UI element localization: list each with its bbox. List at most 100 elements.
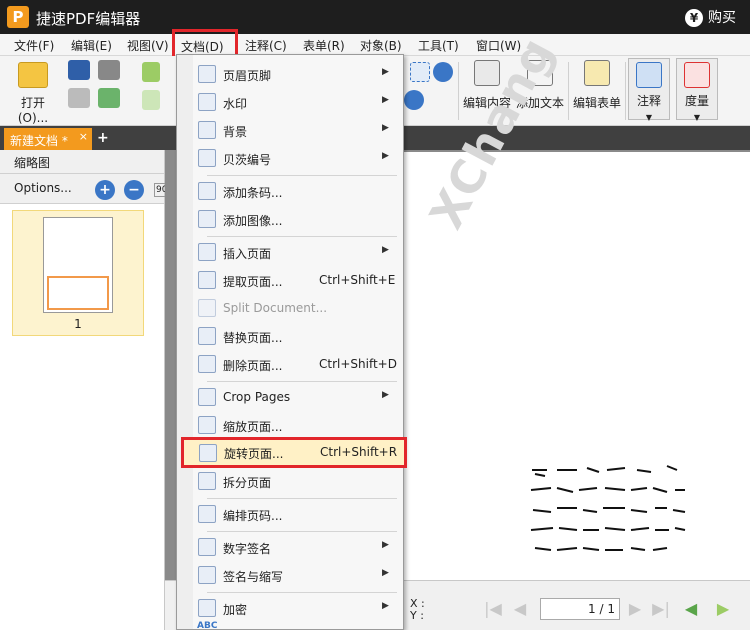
insert-page-icon bbox=[198, 243, 216, 261]
zoom-out-icon[interactable] bbox=[433, 62, 453, 82]
print-icon[interactable] bbox=[68, 88, 90, 108]
menu-file[interactable]: 文件(F) bbox=[14, 37, 54, 54]
menu-item-label: Split Document... bbox=[223, 301, 328, 315]
menu-item-label: 拆分页面 bbox=[223, 476, 272, 490]
app-logo-icon: P bbox=[7, 6, 29, 28]
zoom-in-icon[interactable] bbox=[404, 90, 424, 110]
menu-view[interactable]: 视图(V) bbox=[127, 37, 169, 54]
menu-object[interactable]: 对象(B) bbox=[360, 37, 402, 54]
menu-item-label: 提取页面... bbox=[223, 275, 283, 289]
panel-toolbar: Options... + − 90° bbox=[0, 174, 174, 204]
image-icon bbox=[198, 210, 216, 228]
page-thumbnail[interactable]: 1 bbox=[12, 210, 144, 336]
menu-item-split-page[interactable]: 拆分页面 bbox=[177, 467, 403, 495]
first-page-icon[interactable]: |◀ bbox=[483, 600, 503, 618]
annotate-label: 注释 bbox=[636, 94, 661, 108]
measure-button[interactable]: 度量 ▼ bbox=[676, 58, 718, 122]
submenu-arrow-icon: ▶ bbox=[382, 540, 389, 550]
document-dropdown-menu: 页眉页脚 ▶ 水印 ▶ 背景 ▶ 贝茨编号 ▶ 添加条码... 添加图像... … bbox=[176, 54, 404, 630]
last-page-icon[interactable]: ▶| bbox=[651, 600, 671, 618]
thumbnail-panel: 缩略图 Options... + − 90° 1 bbox=[0, 150, 174, 630]
submenu-arrow-icon: ▶ bbox=[382, 568, 389, 578]
options-button[interactable]: Options... bbox=[14, 181, 72, 195]
menu-item-sign-initials[interactable]: 签名与缩写 ▶ bbox=[177, 561, 403, 589]
title-bar: P 捷速PDF编辑器 ¥ 购买 bbox=[0, 0, 750, 34]
submenu-arrow-icon: ▶ bbox=[382, 390, 389, 400]
select-area-icon[interactable] bbox=[410, 62, 430, 82]
menu-edit[interactable]: 编辑(E) bbox=[71, 37, 112, 54]
menu-item-delete-page[interactable]: 删除页面... Ctrl+Shift+D bbox=[177, 350, 403, 378]
add-tab-icon[interactable]: + bbox=[97, 131, 111, 145]
zoom-in-icon[interactable]: + bbox=[95, 180, 115, 200]
menu-separator bbox=[207, 236, 397, 237]
edit-form-icon bbox=[584, 60, 610, 86]
menu-item-add-barcode[interactable]: 添加条码... bbox=[177, 177, 403, 205]
menu-separator bbox=[207, 531, 397, 532]
split-page-icon bbox=[198, 472, 216, 490]
history-back-icon[interactable]: ◀ bbox=[681, 600, 701, 618]
history-forward-icon[interactable]: ▶ bbox=[713, 600, 733, 618]
edit-form-label: 编辑表单 bbox=[572, 96, 621, 110]
menu-item-insert-page[interactable]: 插入页面 ▶ bbox=[177, 238, 403, 266]
zoom-out-icon[interactable]: − bbox=[124, 180, 144, 200]
edit-form-button[interactable]: 编辑表单 bbox=[570, 60, 624, 111]
menu-item-label: 编排页码... bbox=[223, 509, 283, 523]
open-button[interactable]: 打开(O)... bbox=[6, 62, 60, 125]
menu-item-split-document[interactable]: Split Document... bbox=[177, 294, 403, 322]
sign-initials-icon bbox=[198, 566, 216, 584]
menu-item-label: 添加图像... bbox=[223, 214, 283, 228]
y-label: Y : bbox=[410, 609, 424, 622]
menu-separator bbox=[207, 175, 397, 176]
menu-item-encrypt[interactable]: 加密 ▶ bbox=[177, 594, 403, 622]
thumbnail-selection-box bbox=[47, 276, 109, 310]
folder-icon bbox=[18, 62, 48, 88]
menu-form[interactable]: 表单(R) bbox=[303, 37, 345, 54]
menu-item-label: 添加条码... bbox=[223, 186, 283, 200]
menu-item-add-image[interactable]: 添加图像... bbox=[177, 205, 403, 233]
menu-comment[interactable]: 注释(C) bbox=[245, 37, 287, 54]
menu-item-page-numbering[interactable]: 编排页码... bbox=[177, 500, 403, 528]
menu-item-label: 旋转页面... bbox=[224, 447, 284, 461]
annotate-button[interactable]: 注释 ▼ bbox=[628, 58, 670, 122]
menu-item-rotate-page[interactable]: 旋转页面... Ctrl+Shift+R bbox=[181, 437, 407, 468]
submenu-arrow-icon: ▶ bbox=[382, 151, 389, 161]
tab-new-document[interactable]: 新建文档 * × bbox=[4, 128, 92, 150]
menu-item-crop-pages[interactable]: Crop Pages ▶ bbox=[177, 383, 403, 411]
menu-item-digital-signature[interactable]: 数字签名 ▶ bbox=[177, 533, 403, 561]
submenu-arrow-icon: ▶ bbox=[382, 123, 389, 133]
menu-tools[interactable]: 工具(T) bbox=[418, 37, 459, 54]
menu-item-watermark[interactable]: 水印 ▶ bbox=[177, 88, 403, 116]
menu-item-bates-number[interactable]: 贝茨编号 ▶ bbox=[177, 144, 403, 172]
menu-separator bbox=[207, 381, 397, 382]
back-arrow-icon[interactable] bbox=[142, 62, 160, 82]
menu-item-replace-page[interactable]: 替换页面... bbox=[177, 322, 403, 350]
toolbar-separator bbox=[568, 62, 569, 120]
previous-page-icon[interactable]: ◀ bbox=[510, 600, 530, 618]
menu-item-label: 贝茨编号 bbox=[223, 153, 272, 167]
measure-label: 度量 bbox=[684, 94, 709, 108]
digital-signature-icon bbox=[198, 538, 216, 556]
menu-item-extract-page[interactable]: 提取页面... Ctrl+Shift+E bbox=[177, 266, 403, 294]
menu-item-header-footer[interactable]: 页眉页脚 ▶ bbox=[177, 60, 403, 88]
measure-icon bbox=[684, 62, 710, 88]
close-icon[interactable]: × bbox=[79, 130, 88, 143]
next-page-icon[interactable]: ▶ bbox=[625, 600, 645, 618]
menu-item-background[interactable]: 背景 ▶ bbox=[177, 116, 403, 144]
scale-page-icon bbox=[198, 416, 216, 434]
email-icon[interactable] bbox=[98, 88, 120, 108]
scanner-icon[interactable] bbox=[98, 60, 120, 80]
menu-item-scale-page[interactable]: 缩放页面... bbox=[177, 411, 403, 439]
page-number-input[interactable]: 1 / 1 bbox=[540, 598, 620, 620]
background-icon bbox=[198, 121, 216, 139]
forward-arrow-icon[interactable] bbox=[142, 90, 160, 110]
buy-button[interactable]: ¥ 购买 bbox=[685, 7, 736, 27]
split-document-icon bbox=[198, 299, 216, 317]
menu-separator bbox=[207, 498, 397, 499]
handwriting-image bbox=[530, 465, 686, 551]
chevron-down-icon: ▼ bbox=[645, 113, 653, 122]
save-icon[interactable] bbox=[68, 60, 90, 80]
panel-title: 缩略图 bbox=[0, 150, 164, 174]
tab-label: 新建文档 * bbox=[10, 134, 68, 148]
buy-label: 购买 bbox=[708, 10, 736, 26]
submenu-arrow-icon: ▶ bbox=[382, 95, 389, 105]
